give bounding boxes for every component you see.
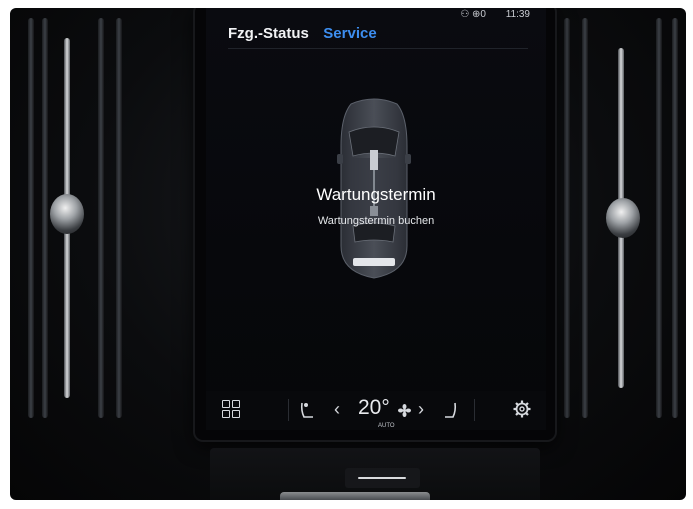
photo-frame: ⚇ ⊕0 11:39 Fzg.-Status Service Wartungst… <box>0 0 693 509</box>
home-grid-icon[interactable] <box>222 400 242 420</box>
climate-mode-label: AUTO <box>378 423 395 429</box>
seat-heat-driver-icon[interactable] <box>298 401 316 421</box>
infotainment-screen: ⚇ ⊕0 11:39 Fzg.-Status Service Wartungst… <box>206 8 546 430</box>
page-title: Wartungstermin <box>316 185 436 204</box>
vent-slat <box>564 18 570 418</box>
divider <box>474 399 475 421</box>
vent-slat <box>582 18 588 418</box>
divider <box>288 399 289 421</box>
vent-slat <box>28 18 34 418</box>
vent-slat <box>672 18 678 418</box>
dashboard: ⚇ ⊕0 11:39 Fzg.-Status Service Wartungst… <box>10 8 686 500</box>
vent-slat <box>42 18 48 418</box>
book-appointment-link[interactable]: Wartungstermin buchen <box>206 215 546 227</box>
vent-slat <box>98 18 104 418</box>
status-icons: ⚇ ⊕0 <box>460 9 486 20</box>
temp-up-button[interactable]: › <box>418 399 424 420</box>
vent-knob[interactable] <box>50 194 84 234</box>
tab-service[interactable]: Service <box>323 25 376 42</box>
console-indicator-light <box>358 477 406 479</box>
vent-slat <box>116 18 122 418</box>
tab-divider <box>228 48 528 49</box>
left-air-vent <box>10 8 140 448</box>
temperature-display[interactable]: 20° <box>358 396 390 420</box>
temp-down-button[interactable]: ‹ <box>334 399 340 420</box>
climate-bar: ‹ 20° AUTO › <box>206 391 546 430</box>
vent-knob[interactable] <box>606 198 640 238</box>
fan-icon[interactable] <box>398 404 411 417</box>
gear-icon[interactable] <box>513 400 531 418</box>
chrome-trim <box>280 492 430 500</box>
seat-passenger-icon[interactable] <box>442 401 460 421</box>
vent-slat <box>656 18 662 418</box>
tab-vehicle-status[interactable]: Fzg.-Status <box>228 25 309 42</box>
tab-row: Fzg.-Status Service <box>228 25 387 43</box>
right-air-vent <box>556 8 686 448</box>
clock: 11:39 <box>505 9 530 20</box>
